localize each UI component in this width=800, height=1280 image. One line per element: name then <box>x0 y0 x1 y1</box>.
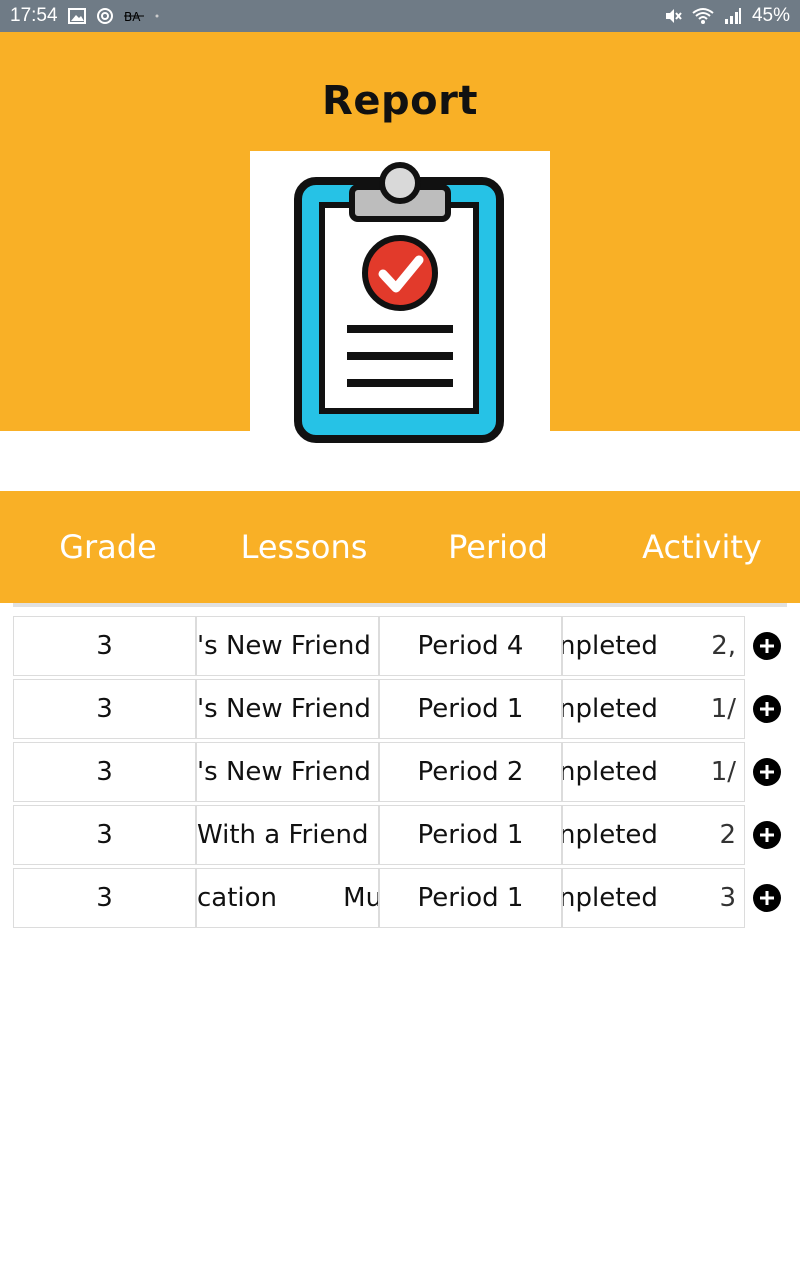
lesson-cell: 's New Friend <box>196 679 379 739</box>
activity-status: npleted <box>562 694 658 724</box>
period-cell: Period 1 <box>379 679 562 739</box>
plus-circle-icon[interactable] <box>753 632 781 660</box>
table-row: 3 With a Friend Period 1 npleted 2 <box>13 805 793 868</box>
activity-cell: npleted 1/ <box>562 679 745 739</box>
activity-status: npleted <box>562 883 658 913</box>
status-right: 45% <box>664 5 790 27</box>
table-row: 3 's New Friend Period 4 npleted 2, <box>13 616 793 679</box>
report-table: 3 's New Friend Period 4 npleted 2, 3 's… <box>13 616 793 931</box>
column-header-activity: Activity <box>642 528 762 566</box>
signal-icon <box>724 7 742 25</box>
clipboard-check-icon <box>294 162 504 443</box>
table-row: 3 cation Mu Period 1 npleted 3 <box>13 868 793 931</box>
column-header-period: Period <box>448 528 548 566</box>
table-row: 3 's New Friend Period 1 npleted 1/ <box>13 679 793 742</box>
header-divider <box>13 603 787 607</box>
period-cell: Period 2 <box>379 742 562 802</box>
plus-circle-icon[interactable] <box>753 884 781 912</box>
column-header-lessons: Lessons <box>240 528 368 566</box>
sync-icon <box>96 7 114 25</box>
status-bar: 17:54 BA 45% <box>0 0 800 32</box>
activity-date: 1/ <box>710 757 736 787</box>
grade-cell: 3 <box>13 616 196 676</box>
activity-status: npleted <box>562 631 658 661</box>
table-header: Grade Lessons Period Activity <box>0 491 800 603</box>
grade-cell: 3 <box>13 805 196 865</box>
grade-cell: 3 <box>13 679 196 739</box>
period-cell: Period 1 <box>379 868 562 928</box>
column-header-grade: Grade <box>59 528 157 566</box>
activity-date: 2 <box>719 820 736 850</box>
activity-cell: npleted 2 <box>562 805 745 865</box>
lesson-cell: 's New Friend <box>196 616 379 676</box>
clock: 17:54 <box>10 5 58 26</box>
battery-level: 45% <box>751 5 790 26</box>
activity-date: 1/ <box>710 694 736 724</box>
mute-icon <box>664 7 682 25</box>
activity-cell: npleted 2, <box>562 616 745 676</box>
image-icon <box>67 8 86 24</box>
period-cell: Period 4 <box>379 616 562 676</box>
activity-date: 2, <box>711 631 736 661</box>
dot-icon <box>154 13 160 19</box>
status-left: 17:54 BA <box>10 5 160 27</box>
page-title: Report <box>322 78 478 124</box>
grade-cell: 3 <box>13 742 196 802</box>
wifi-icon <box>692 7 714 25</box>
plus-circle-icon[interactable] <box>753 758 781 786</box>
grade-cell: 3 <box>13 868 196 928</box>
svg-text:BA: BA <box>124 10 141 24</box>
period-cell: Period 1 <box>379 805 562 865</box>
report-logo <box>250 151 550 451</box>
lesson-cell: With a Friend <box>196 805 379 865</box>
activity-cell: npleted 1/ <box>562 742 745 802</box>
activity-cell: npleted 3 <box>562 868 745 928</box>
activity-date: 3 <box>719 883 736 913</box>
lesson-cell: 's New Friend <box>196 742 379 802</box>
notification-icon: BA <box>123 8 144 24</box>
plus-circle-icon[interactable] <box>753 695 781 723</box>
activity-status: npleted <box>562 757 658 787</box>
plus-circle-icon[interactable] <box>753 821 781 849</box>
table-row: 3 's New Friend Period 2 npleted 1/ <box>13 742 793 805</box>
activity-status: npleted <box>562 820 658 850</box>
lesson-cell: cation Mu <box>196 868 379 928</box>
